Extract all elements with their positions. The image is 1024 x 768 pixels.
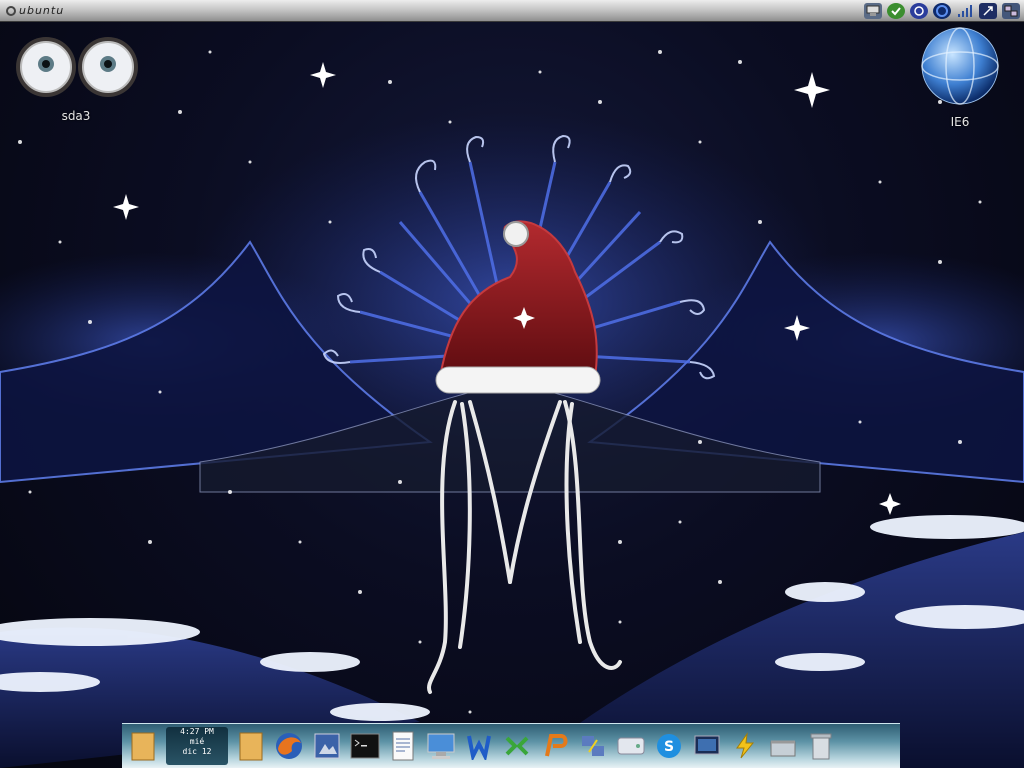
drive-icon[interactable] (616, 731, 646, 761)
dock-clock[interactable]: 4:27 PM mié dic 12 (166, 727, 228, 765)
eyes-drive-icon (16, 37, 138, 97)
desktop-icon-ie6[interactable]: IE6 (918, 26, 1002, 129)
monitor-icon[interactable] (692, 731, 722, 761)
skype-icon[interactable]: S (654, 731, 684, 761)
power-icon[interactable] (730, 731, 760, 761)
system-tray (864, 2, 1020, 20)
clock-time: 4:27 PM (180, 727, 214, 736)
wine-icon[interactable] (464, 731, 494, 761)
desktop-icon-sda3[interactable]: sda3 (14, 36, 138, 123)
text-editor-icon[interactable] (388, 731, 418, 761)
update-icon[interactable] (910, 3, 928, 19)
volume-icon[interactable] (933, 3, 951, 19)
transfer-icon[interactable] (578, 731, 608, 761)
folder-icon[interactable] (236, 731, 266, 761)
computer-icon[interactable] (426, 731, 456, 761)
folder-icon[interactable] (128, 731, 158, 761)
ubuntu-menu-button[interactable]: ubuntu (2, 2, 68, 19)
network-icon[interactable] (864, 3, 882, 19)
ubuntu-logo-icon (6, 5, 16, 16)
signal-icon[interactable] (956, 3, 974, 19)
network-icon[interactable] (502, 731, 532, 761)
svg-text:S: S (664, 739, 674, 755)
switch-user-icon[interactable] (979, 3, 997, 19)
basket-icon[interactable] (768, 731, 798, 761)
photo-icon[interactable] (312, 731, 342, 761)
desktop-wallpaper (0, 50, 1024, 768)
terminal-icon[interactable] (350, 731, 380, 761)
desktop-icon-label: IE6 (950, 115, 970, 129)
desktop-icon-label: sda3 (61, 109, 91, 123)
firefox-icon[interactable] (274, 731, 304, 761)
top-panel: ubuntu (0, 0, 1024, 22)
network-manager-icon[interactable] (1002, 3, 1020, 19)
globe-icon (921, 27, 999, 105)
media-player-icon[interactable] (540, 731, 570, 761)
clock-date: dic 12 (182, 747, 212, 756)
dock-bar: 4:27 PM mié dic 12 S (122, 723, 900, 768)
trash-icon[interactable] (806, 731, 836, 761)
clock-day: mié (189, 737, 205, 746)
battery-icon[interactable] (887, 3, 905, 19)
ubuntu-menu-label: ubuntu (19, 4, 65, 17)
